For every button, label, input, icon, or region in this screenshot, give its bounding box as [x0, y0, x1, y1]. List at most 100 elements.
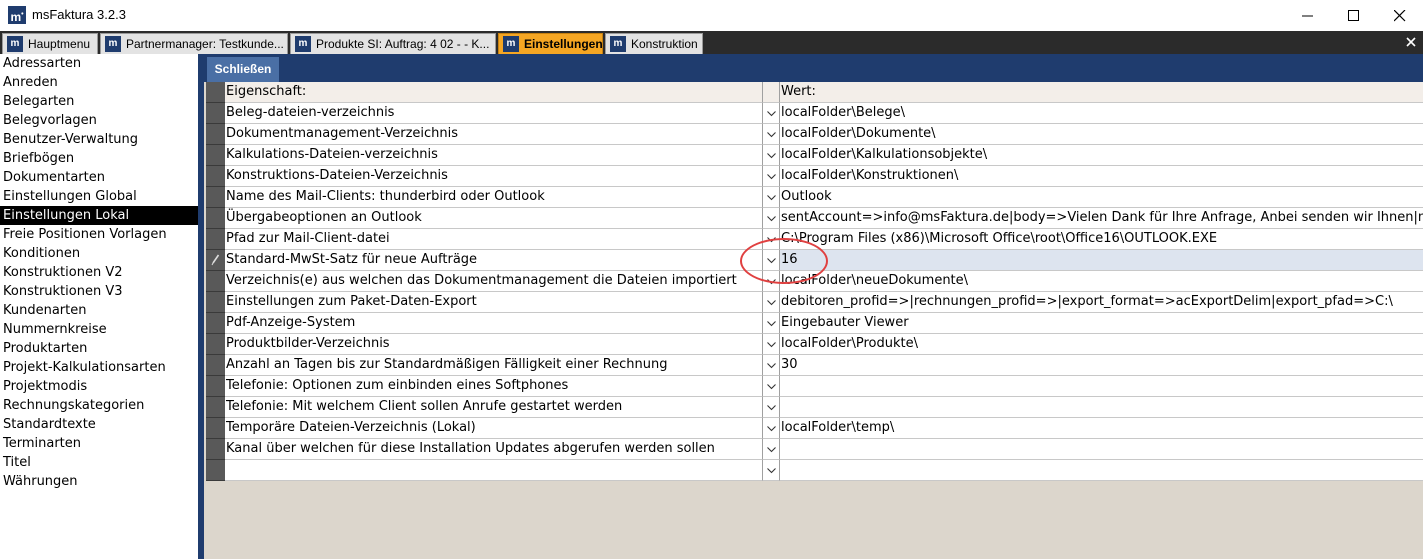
row-selector[interactable] — [206, 187, 225, 208]
row-selector[interactable] — [206, 418, 225, 439]
row-selector-header[interactable] — [206, 82, 225, 103]
value-cell[interactable]: Eingebauter Viewer — [780, 313, 1423, 334]
property-cell[interactable]: Temporäre Dateien-Verzeichnis (Lokal) — [225, 418, 763, 439]
row-selector[interactable] — [206, 229, 225, 250]
value-cell[interactable]: localFolder\Kalkulationsobjekte\ — [780, 145, 1423, 166]
tab-konstruktion[interactable]: m Konstruktion — [605, 33, 703, 54]
property-cell[interactable]: Übergabeoptionen an Outlook — [225, 208, 763, 229]
row-selector[interactable] — [206, 397, 225, 418]
property-cell[interactable]: Telefonie: Optionen zum einbinden eines … — [225, 376, 763, 397]
value-cell[interactable] — [780, 397, 1423, 418]
property-cell[interactable]: Produktbilder-Verzeichnis — [225, 334, 763, 355]
table-row[interactable]: Kalkulations-Dateien-verzeichnis localFo… — [204, 145, 1423, 166]
table-row[interactable]: Übergabeoptionen an Outlook sentAccount=… — [204, 208, 1423, 229]
nav-item-waehrungen[interactable]: Währungen — [0, 472, 198, 491]
property-dropdown-button[interactable] — [763, 145, 780, 166]
row-selector[interactable] — [206, 166, 225, 187]
tab-einstellungen[interactable]: m Einstellungen — [498, 33, 603, 54]
nav-item-projekt-kalkulationsarten[interactable]: Projekt-Kalkulationsarten — [0, 358, 198, 377]
property-dropdown-button[interactable] — [763, 418, 780, 439]
table-row[interactable]: Pfad zur Mail-Client-datei C:\Program Fi… — [204, 229, 1423, 250]
table-row-new[interactable] — [204, 460, 1423, 481]
property-cell[interactable]: Anzahl an Tagen bis zur Standardmäßigen … — [225, 355, 763, 376]
property-cell[interactable]: Standard-MwSt-Satz für neue Aufträge — [225, 250, 763, 271]
row-selector[interactable] — [206, 334, 225, 355]
table-row[interactable]: Telefonie: Mit welchem Client sollen Anr… — [204, 397, 1423, 418]
nav-item-adressarten[interactable]: Adressarten — [0, 54, 198, 73]
table-row[interactable]: Dokumentmanagement-Verzeichnis localFold… — [204, 124, 1423, 145]
value-cell[interactable]: 16 — [780, 250, 1423, 271]
nav-item-einstellungen-global[interactable]: Einstellungen Global — [0, 187, 198, 206]
property-dropdown-button[interactable] — [763, 124, 780, 145]
value-cell[interactable]: localFolder\temp\ — [780, 418, 1423, 439]
nav-item-konstruktionen-v2[interactable]: Konstruktionen V2 — [0, 263, 198, 282]
table-row[interactable]: Pdf-Anzeige-System Eingebauter Viewer — [204, 313, 1423, 334]
nav-item-konstruktionen-v3[interactable]: Konstruktionen V3 — [0, 282, 198, 301]
property-dropdown-button[interactable] — [763, 460, 780, 481]
table-row[interactable]: Kanal über welchen für diese Installatio… — [204, 439, 1423, 460]
nav-item-nummernkreise[interactable]: Nummernkreise — [0, 320, 198, 339]
table-row[interactable]: Anzahl an Tagen bis zur Standardmäßigen … — [204, 355, 1423, 376]
nav-item-briefboegen[interactable]: Briefbögen — [0, 149, 198, 168]
maximize-button[interactable] — [1331, 0, 1377, 31]
property-dropdown-button[interactable] — [763, 439, 780, 460]
tab-hauptmenu[interactable]: m Hauptmenu — [2, 33, 98, 54]
table-row[interactable]: Temporäre Dateien-Verzeichnis (Lokal) lo… — [204, 418, 1423, 439]
nav-item-projektmodis[interactable]: Projektmodis — [0, 377, 198, 396]
nav-item-dokumentarten[interactable]: Dokumentarten — [0, 168, 198, 187]
row-selector[interactable] — [206, 313, 225, 334]
column-header-value[interactable]: Wert: — [780, 82, 1423, 103]
table-row[interactable]: Einstellungen zum Paket-Daten-Export deb… — [204, 292, 1423, 313]
nav-item-belegarten[interactable]: Belegarten — [0, 92, 198, 111]
property-cell[interactable]: Telefonie: Mit welchem Client sollen Anr… — [225, 397, 763, 418]
property-dropdown-button[interactable] — [763, 166, 780, 187]
value-cell[interactable]: localFolder\neueDokumente\ — [780, 271, 1423, 292]
row-selector[interactable] — [206, 271, 225, 292]
table-row[interactable]: Name des Mail-Clients: thunderbird oder … — [204, 187, 1423, 208]
value-cell[interactable]: sentAccount=>info@msFaktura.de|body=>Vie… — [780, 208, 1423, 229]
table-row[interactable]: Produktbilder-Verzeichnis localFolder\Pr… — [204, 334, 1423, 355]
property-cell[interactable]: Dokumentmanagement-Verzeichnis — [225, 124, 763, 145]
value-cell[interactable]: debitoren_profid=>|rechnungen_profid=>|e… — [780, 292, 1423, 313]
value-cell[interactable] — [780, 460, 1423, 481]
row-selector-editing[interactable] — [206, 250, 225, 271]
value-cell[interactable]: localFolder\Belege\ — [780, 103, 1423, 124]
column-header-property[interactable]: Eigenschaft: — [225, 82, 763, 103]
nav-item-konditionen[interactable]: Konditionen — [0, 244, 198, 263]
value-cell[interactable] — [780, 439, 1423, 460]
table-row[interactable]: Verzeichnis(e) aus welchen das Dokumentm… — [204, 271, 1423, 292]
table-row[interactable]: Beleg-dateien-verzeichnis localFolder\Be… — [204, 103, 1423, 124]
property-cell[interactable]: Beleg-dateien-verzeichnis — [225, 103, 763, 124]
nav-item-anreden[interactable]: Anreden — [0, 73, 198, 92]
row-selector[interactable] — [206, 145, 225, 166]
row-selector[interactable] — [206, 376, 225, 397]
property-dropdown-button[interactable] — [763, 208, 780, 229]
nav-item-einstellungen-lokal[interactable]: Einstellungen Lokal — [0, 206, 198, 225]
nav-item-freie-positionen-vorlagen[interactable]: Freie Positionen Vorlagen — [0, 225, 198, 244]
value-cell[interactable] — [780, 376, 1423, 397]
property-cell[interactable]: Einstellungen zum Paket-Daten-Export — [225, 292, 763, 313]
tab-partnermanager[interactable]: m Partnermanager: Testkunde... — [100, 33, 288, 54]
row-selector[interactable] — [206, 355, 225, 376]
nav-item-belegvorlagen[interactable]: Belegvorlagen — [0, 111, 198, 130]
row-selector[interactable] — [206, 103, 225, 124]
property-cell[interactable]: Pfad zur Mail-Client-datei — [225, 229, 763, 250]
nav-item-kundenarten[interactable]: Kundenarten — [0, 301, 198, 320]
row-selector[interactable] — [206, 124, 225, 145]
nav-item-rechnungskategorien[interactable]: Rechnungskategorien — [0, 396, 198, 415]
nav-item-produktarten[interactable]: Produktarten — [0, 339, 198, 358]
property-dropdown-button[interactable] — [763, 250, 780, 271]
nav-item-standardtexte[interactable]: Standardtexte — [0, 415, 198, 434]
value-cell[interactable]: localFolder\Produkte\ — [780, 334, 1423, 355]
property-cell[interactable]: Kalkulations-Dateien-verzeichnis — [225, 145, 763, 166]
nav-item-benutzer-verwaltung[interactable]: Benutzer-Verwaltung — [0, 130, 198, 149]
nav-item-terminarten[interactable]: Terminarten — [0, 434, 198, 453]
close-window-button[interactable] — [1377, 0, 1423, 31]
property-dropdown-button[interactable] — [763, 334, 780, 355]
row-selector[interactable] — [206, 292, 225, 313]
property-cell[interactable]: Name des Mail-Clients: thunderbird oder … — [225, 187, 763, 208]
property-cell[interactable] — [225, 460, 763, 481]
property-dropdown-button[interactable] — [763, 229, 780, 250]
property-cell[interactable]: Pdf-Anzeige-System — [225, 313, 763, 334]
property-dropdown-button[interactable] — [763, 187, 780, 208]
